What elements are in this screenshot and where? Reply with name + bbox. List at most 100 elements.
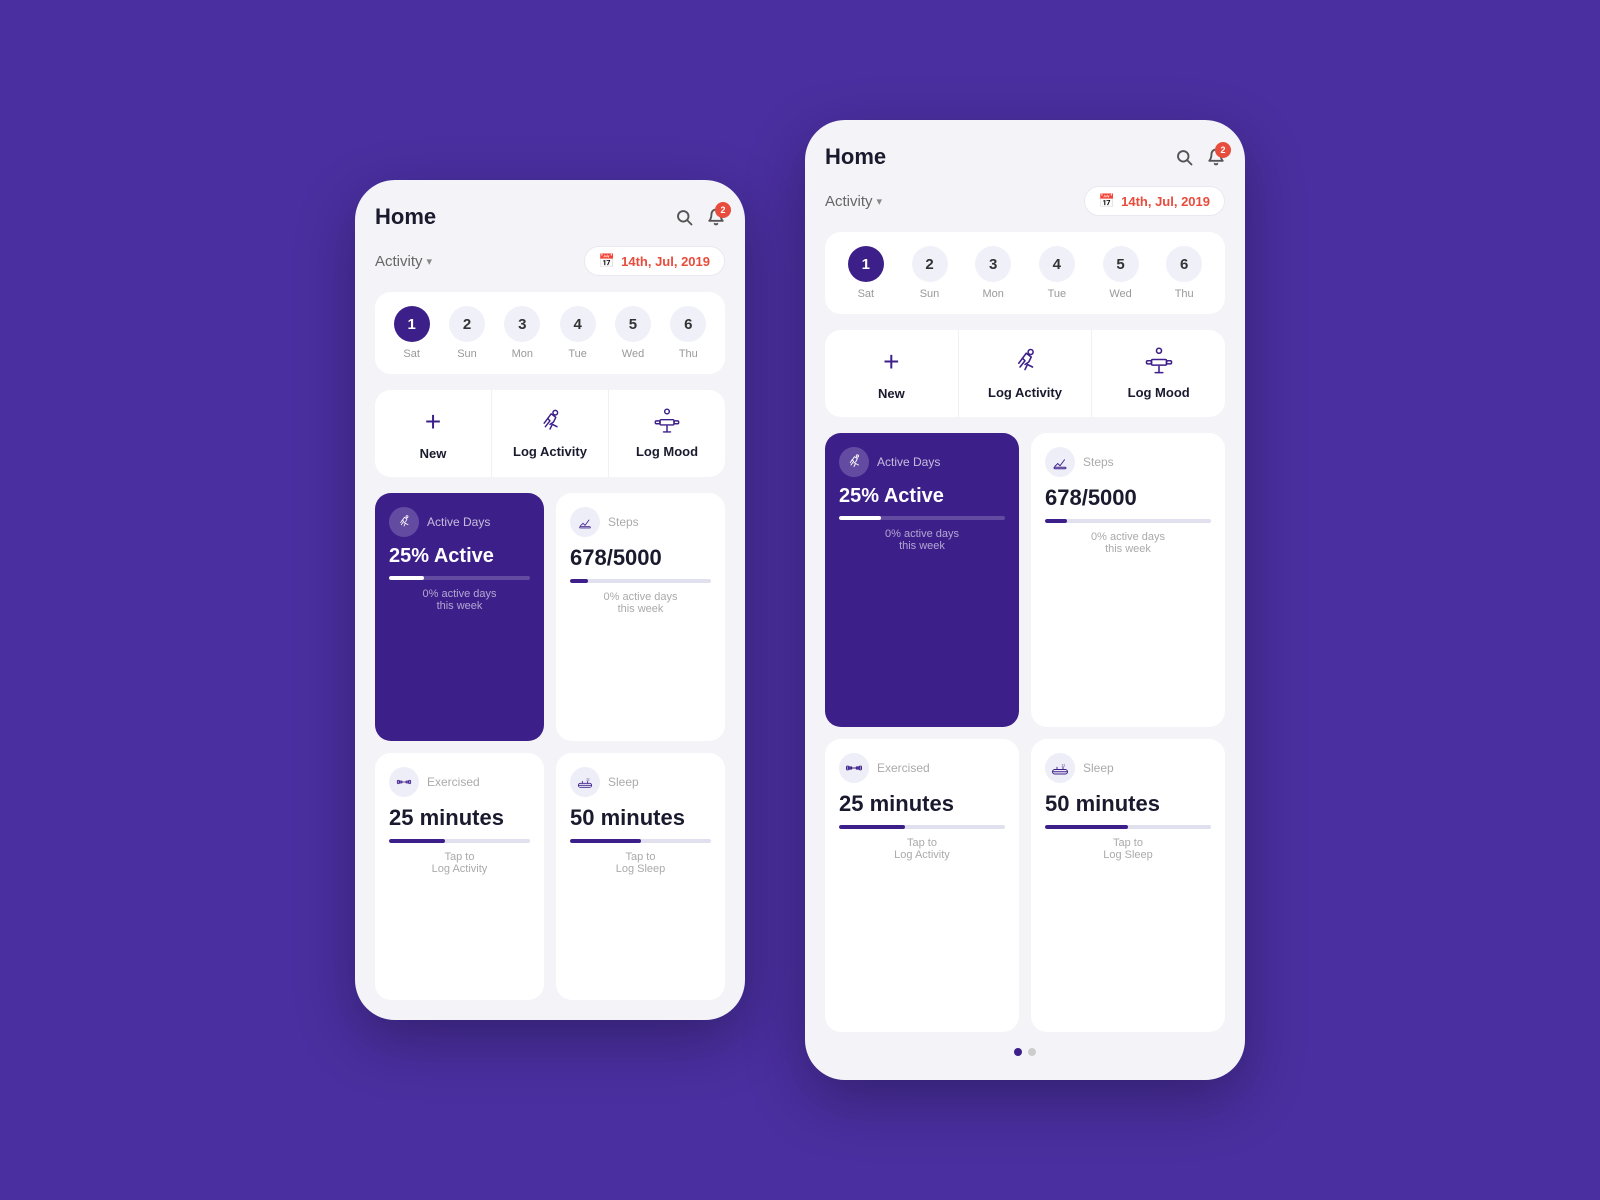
log-activity-button-small[interactable]: Log Activity (492, 390, 609, 477)
log-mood-button-small[interactable]: Log Mood (609, 390, 725, 477)
phone-large: Home 2 Activity (805, 120, 1245, 1080)
cal-day-1-large[interactable]: 1 Sat (837, 246, 895, 300)
steps-card-small[interactable]: Steps 678/5000 0% active daysthis week (556, 493, 725, 741)
sleep-icon-small: zz (577, 774, 593, 790)
activity-dropdown-small[interactable]: Activity ▾ (375, 253, 432, 270)
activity-dropdown-large[interactable]: Activity ▾ (825, 193, 882, 210)
cal-label-5-small: Wed (622, 348, 644, 360)
sleep-label-large: Sleep (1083, 761, 1114, 775)
cal-day-2-large[interactable]: 2 Sun (901, 246, 959, 300)
run-icon-small (536, 408, 564, 436)
log-activity-label-small: Log Activity (513, 444, 587, 459)
new-label-small: New (420, 446, 447, 461)
log-activity-label-large: Log Activity (988, 385, 1062, 400)
steps-card-large[interactable]: Steps 678/5000 0% active daysthis week (1031, 433, 1225, 727)
cal-label-1-small: Sat (403, 348, 420, 360)
steps-icon-large (1051, 453, 1069, 471)
activity-label-large: Activity (825, 193, 873, 210)
sleep-progress-small (570, 839, 711, 843)
action-row-large: + New Log Activity (825, 330, 1225, 417)
exercised-sub-small: Tap toLog Activity (389, 851, 530, 875)
steps-header-small: Steps (570, 507, 711, 537)
cal-day-6-large[interactable]: 6 Thu (1155, 246, 1213, 300)
exercised-header-large: Exercised (839, 753, 1005, 783)
cal-day-5-large[interactable]: 5 Wed (1092, 246, 1150, 300)
sleep-card-small[interactable]: zz Sleep 50 minutes Tap toLog Sleep (556, 753, 725, 1001)
cal-num-1-small: 1 (394, 306, 430, 342)
cal-label-6-small: Thu (679, 348, 698, 360)
log-activity-button-large[interactable]: Log Activity (959, 330, 1093, 417)
header-small: Home 2 (375, 204, 725, 230)
sleep-card-large[interactable]: zz Sleep 50 minutes Tap toLog Sleep (1031, 739, 1225, 1033)
active-days-card-large[interactable]: Active Days 25% Active 0% active daysthi… (825, 433, 1019, 727)
log-mood-button-large[interactable]: Log Mood (1092, 330, 1225, 417)
cal-num-6-small: 6 (670, 306, 706, 342)
cal-num-2-small: 2 (449, 306, 485, 342)
date-label-large: 14th, Jul, 2019 (1121, 194, 1210, 209)
sleep-icon-wrap-small: zz (570, 767, 600, 797)
cal-day-4-large[interactable]: 4 Tue (1028, 246, 1086, 300)
stats-grid-small: Active Days 25% Active 0% active daysthi… (375, 493, 725, 1000)
new-button-large[interactable]: + New (825, 330, 959, 417)
active-days-label-small: Active Days (427, 515, 490, 529)
sleep-icon-large: zz (1051, 759, 1069, 777)
cal-label-3-small: Mon (512, 348, 533, 360)
cal-label-4-small: Tue (568, 348, 587, 360)
plus-icon-small: + (425, 406, 441, 438)
log-mood-label-small: Log Mood (636, 444, 698, 459)
active-days-icon-wrap-large (839, 447, 869, 477)
active-days-card-small[interactable]: Active Days 25% Active 0% active daysthi… (375, 493, 544, 741)
steps-header-large: Steps (1045, 447, 1211, 477)
dot-1-large[interactable] (1014, 1048, 1022, 1056)
cal-label-6-large: Thu (1175, 288, 1194, 300)
sleep-progress-large (1045, 825, 1211, 829)
cal-day-3-small[interactable]: 3 Mon (498, 306, 547, 360)
cal-label-1-large: Sat (858, 288, 875, 300)
header-icons-large: 2 (1175, 148, 1225, 166)
exercised-label-small: Exercised (427, 775, 480, 789)
date-pill-large[interactable]: 📅 14th, Jul, 2019 (1084, 186, 1225, 216)
search-button-large[interactable] (1175, 148, 1193, 166)
steps-fill-small (570, 579, 588, 583)
steps-icon-small (577, 514, 593, 530)
cal-day-2-small[interactable]: 2 Sun (442, 306, 491, 360)
date-pill-small[interactable]: 📅 14th, Jul, 2019 (584, 246, 725, 276)
notification-button-large[interactable]: 2 (1207, 148, 1225, 166)
lift-icon-small (653, 408, 681, 436)
exercised-card-small[interactable]: Exercised 25 minutes Tap toLog Activity (375, 753, 544, 1001)
active-days-label-large: Active Days (877, 455, 940, 469)
cal-num-5-small: 5 (615, 306, 651, 342)
log-mood-label-large: Log Mood (1128, 385, 1190, 400)
steps-progress-large (1045, 519, 1211, 523)
cal-label-3-large: Mon (982, 288, 1003, 300)
chevron-icon-small: ▾ (427, 255, 433, 268)
cal-day-6-small[interactable]: 6 Thu (664, 306, 713, 360)
cal-day-4-small[interactable]: 4 Tue (553, 306, 602, 360)
exercised-card-large[interactable]: Exercised 25 minutes Tap toLog Activity (825, 739, 1019, 1033)
cal-day-1-small[interactable]: 1 Sat (387, 306, 436, 360)
cal-day-3-large[interactable]: 3 Mon (964, 246, 1022, 300)
active-days-progress-large (839, 516, 1005, 520)
calendar-strip-small: 1 Sat 2 Sun 3 Mon 4 Tue 5 Wed 6 Thu (375, 292, 725, 374)
cal-num-2-large: 2 (912, 246, 948, 282)
active-days-icon-wrap-small (389, 507, 419, 537)
calendar-icon-small: 📅 (599, 253, 615, 269)
exercised-icon-wrap-large (839, 753, 869, 783)
steps-label-small: Steps (608, 515, 639, 529)
cal-label-2-small: Sun (457, 348, 477, 360)
new-label-large: New (878, 386, 905, 401)
new-button-small[interactable]: + New (375, 390, 492, 477)
steps-sub-small: 0% active daysthis week (570, 591, 711, 615)
action-row-small: + New Log Activity (375, 390, 725, 477)
dumbbell-icon-large (845, 759, 863, 777)
sub-header-large: Activity ▾ 📅 14th, Jul, 2019 (825, 186, 1225, 216)
cal-day-5-small[interactable]: 5 Wed (608, 306, 657, 360)
cal-num-1-large: 1 (848, 246, 884, 282)
dot-2-large[interactable] (1028, 1048, 1036, 1056)
active-days-icon-small (396, 514, 412, 530)
plus-icon-large: + (883, 346, 899, 378)
notification-button-small[interactable]: 2 (707, 208, 725, 226)
search-button-small[interactable] (675, 208, 693, 226)
svg-text:zz: zz (586, 777, 590, 781)
lift-icon-large (1144, 347, 1174, 377)
